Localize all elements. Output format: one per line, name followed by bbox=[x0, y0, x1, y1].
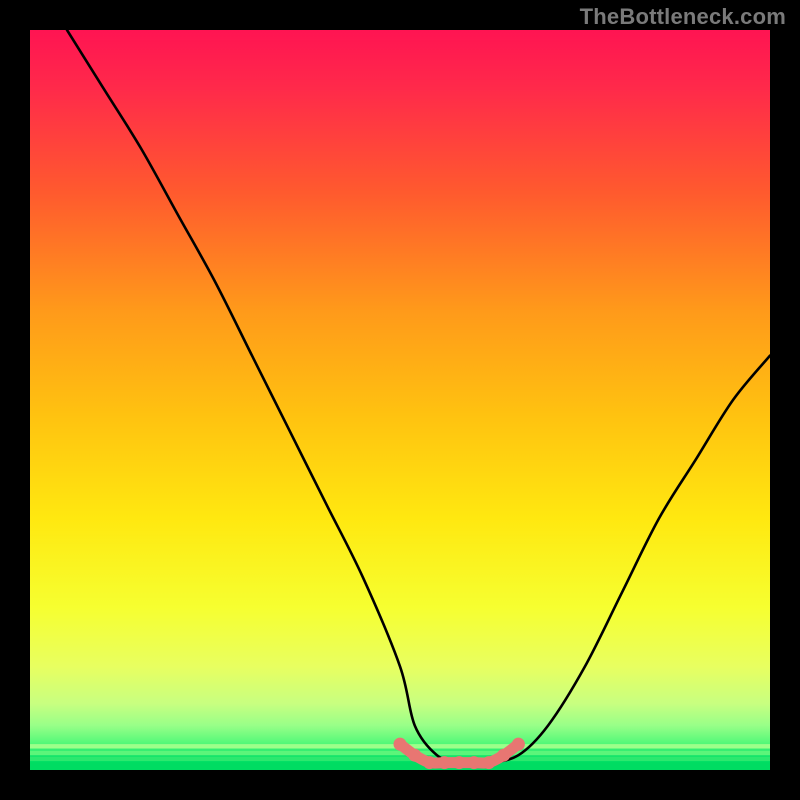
gradient-background bbox=[30, 30, 770, 770]
optimal-region-dot bbox=[423, 756, 436, 769]
optimal-region-dot bbox=[453, 756, 466, 769]
plot-svg bbox=[30, 30, 770, 770]
optimal-region-dot bbox=[394, 738, 407, 751]
gradient-band bbox=[30, 763, 770, 770]
optimal-region-dot bbox=[468, 756, 481, 769]
gradient-band bbox=[30, 757, 770, 761]
optimal-region-dot bbox=[438, 756, 451, 769]
optimal-region-dot bbox=[497, 749, 510, 762]
optimal-region-dot bbox=[482, 756, 495, 769]
optimal-region-dot bbox=[408, 749, 421, 762]
optimal-region-dot bbox=[512, 738, 525, 751]
plot-area bbox=[30, 30, 770, 770]
watermark-label: TheBottleneck.com bbox=[580, 4, 786, 30]
gradient-band bbox=[30, 751, 770, 755]
chart-frame: TheBottleneck.com bbox=[0, 0, 800, 800]
